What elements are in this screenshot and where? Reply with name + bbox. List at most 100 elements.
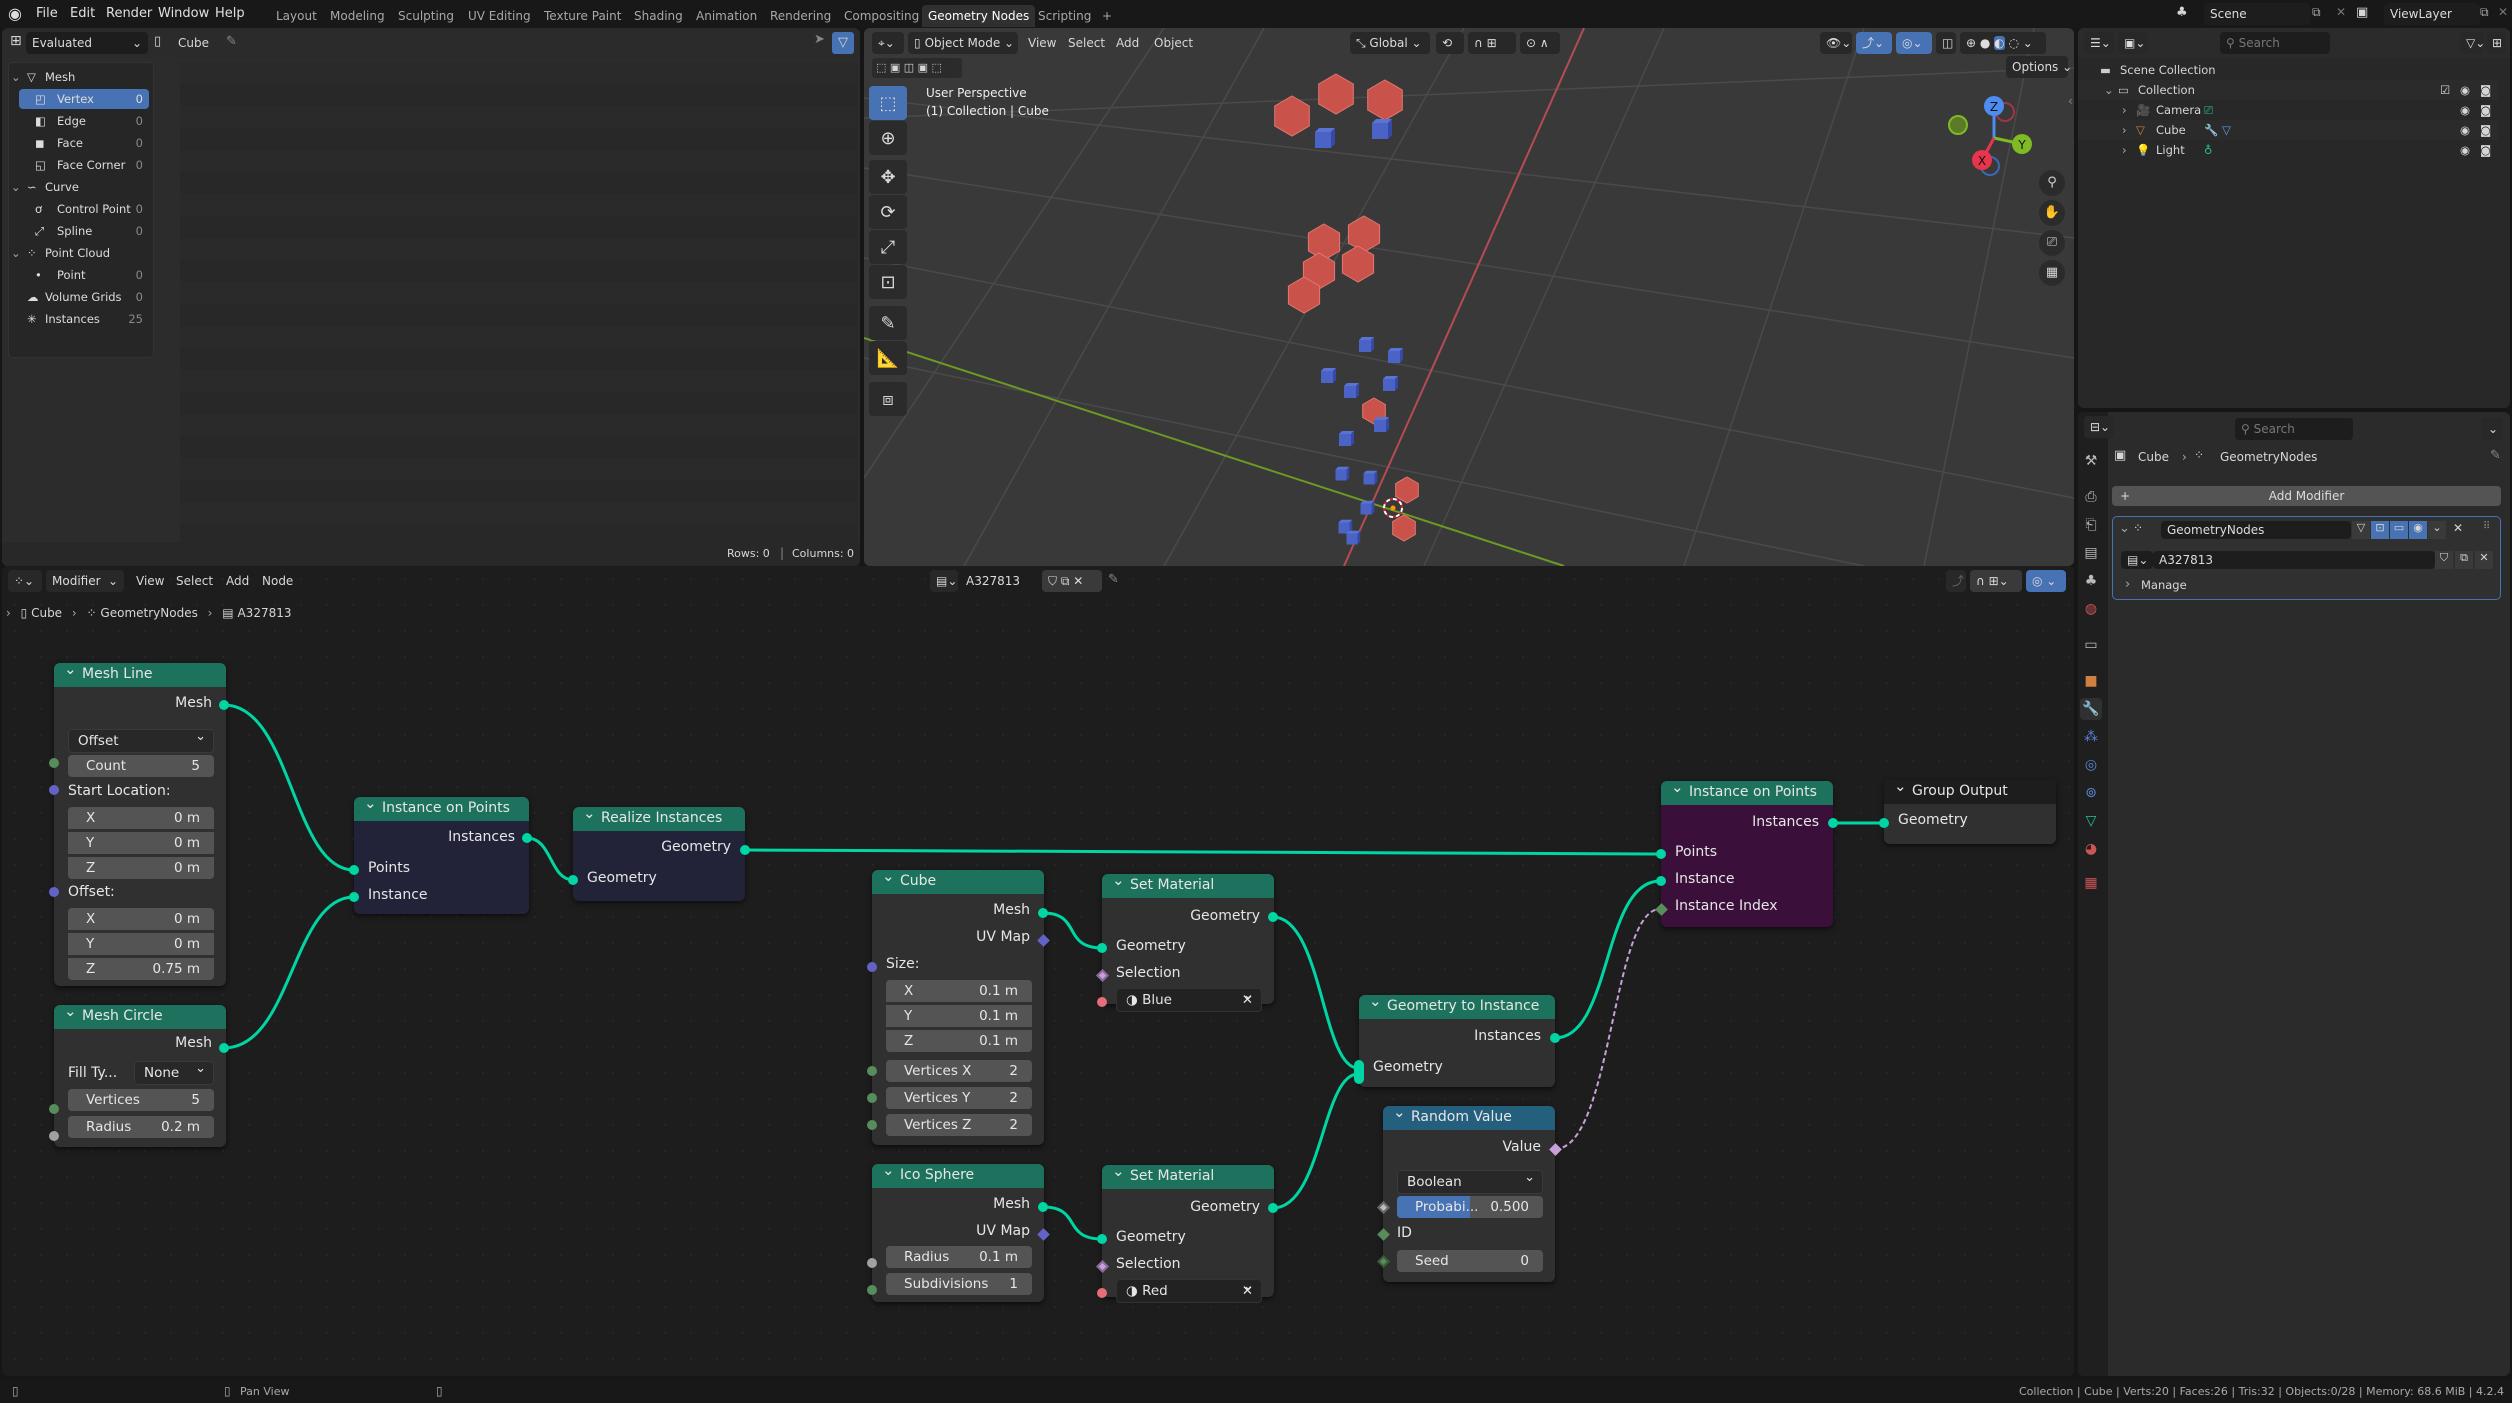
- field-x[interactable]: X 0.1 m: [886, 980, 1032, 1002]
- node-geometry-to-instance[interactable]: Geometry to Instance Instances Geometry: [1359, 990, 1555, 1087]
- pin-icon[interactable]: ✎: [226, 34, 237, 49]
- field-y[interactable]: Y 0 m: [68, 933, 214, 955]
- filter-icon[interactable]: ▽: [832, 32, 854, 54]
- menu-file[interactable]: File: [36, 4, 58, 24]
- display-mode-icon[interactable]: ▣⌄: [2118, 32, 2148, 54]
- node-realize-instances[interactable]: Realize Instances Geometry Geometry: [573, 802, 745, 901]
- socket-geo2inst-out[interactable]: [1550, 1033, 1560, 1043]
- scene-properties-icon[interactable]: ♣: [2080, 570, 2102, 592]
- data-set-curve[interactable]: ⌄ ∽ Curve: [11, 177, 149, 197]
- collection-properties-icon[interactable]: ▭: [2080, 634, 2102, 656]
- visibility-icon[interactable]: 👁⌄: [1820, 32, 1852, 54]
- field-z[interactable]: Z 0 m: [68, 857, 214, 879]
- data-set-volume-grids[interactable]: ☁ Volume Grids 0: [13, 287, 149, 307]
- tab-modeling[interactable]: Modeling: [324, 5, 391, 27]
- outliner-item-light[interactable]: › 💡 Light ♁ ◉ ◙: [2078, 140, 2498, 160]
- visibility-eye-icon[interactable]: ◉: [2460, 100, 2470, 120]
- exclude-checkbox[interactable]: ☑: [2440, 80, 2450, 100]
- socket-iop1-instances[interactable]: [522, 833, 532, 843]
- subdivisions-field[interactable]: Subdivisions 1: [886, 1273, 1032, 1295]
- data-set-face[interactable]: ◼ Face 0: [19, 133, 149, 153]
- menu-select[interactable]: Select: [1068, 36, 1105, 50]
- render-camera-icon[interactable]: ◙: [2480, 120, 2491, 140]
- camera-view-icon[interactable]: ⎚: [2039, 230, 2065, 256]
- menu-add[interactable]: Add: [1116, 36, 1139, 50]
- seed-field[interactable]: Seed 0: [1397, 1250, 1543, 1272]
- menu-window[interactable]: Window: [158, 4, 209, 24]
- editor-type-icon[interactable]: ⊞: [10, 33, 22, 49]
- new-scene-icon[interactable]: ⧉: [2312, 5, 2321, 20]
- menu-render[interactable]: Render: [106, 4, 152, 24]
- visibility-eye-icon[interactable]: ◉: [2460, 140, 2470, 160]
- socket-mesh-line-mesh[interactable]: [219, 700, 229, 710]
- tab-compositing[interactable]: Compositing: [838, 5, 925, 27]
- expand-chevron-icon[interactable]: ›: [2122, 140, 2127, 160]
- manage-subpanel[interactable]: Manage: [2141, 578, 2187, 592]
- field-vertices-y[interactable]: Vertices Y 2: [886, 1087, 1032, 1109]
- radius-field[interactable]: Radius 0.2 m: [68, 1116, 214, 1138]
- vertices-field[interactable]: Vertices 5: [68, 1089, 214, 1111]
- socket-setmat2-material[interactable]: [1097, 1288, 1107, 1298]
- node-group-output[interactable]: Group Output Geometry: [1884, 775, 2056, 844]
- node-editor[interactable]: ⁘⌄ Modifier ⌄ View Select Add Node ▤⌄ A32…: [2, 566, 2074, 1376]
- tool-annotate-icon[interactable]: ✎: [869, 306, 907, 340]
- filter-icon[interactable]: ▽⌄: [2460, 32, 2485, 54]
- outliner-search-input[interactable]: ⚲ Search: [2220, 32, 2330, 54]
- modifier-menu-icon[interactable]: ⌄: [2428, 521, 2446, 539]
- outliner-item-scene-collection[interactable]: ▬ Scene Collection: [2078, 60, 2498, 80]
- view-layer-selector[interactable]: ViewLayer: [2384, 3, 2480, 25]
- node-group-name-input[interactable]: A327813: [2153, 551, 2435, 569]
- expand-chevron-icon[interactable]: ⌄: [11, 177, 21, 197]
- data-set-edge[interactable]: ◧ Edge 0: [19, 111, 149, 131]
- outliner-item-collection[interactable]: ⌄ ▭ Collection ☑ ◉ ◙: [2078, 80, 2498, 100]
- tab-scripting[interactable]: Scripting: [1032, 5, 1097, 27]
- data-set-control-point[interactable]: ơ Control Point 0: [19, 199, 149, 219]
- scene-selector[interactable]: Scene: [2204, 3, 2310, 25]
- socket-iop1-instance[interactable]: [349, 892, 359, 902]
- node-cube[interactable]: Cube Mesh UV Map Size: X 0.1 m Y 0.1 m Z 0.1 …: [872, 865, 1044, 1145]
- data-properties-icon[interactable]: ▽: [2080, 810, 2102, 832]
- expand-chevron-icon[interactable]: ›: [2122, 120, 2127, 140]
- socket-realize-in[interactable]: [568, 875, 578, 885]
- field-x[interactable]: X 0 m: [68, 908, 214, 930]
- tab-uv-editing[interactable]: UV Editing: [462, 5, 537, 27]
- socket-setmat2-out[interactable]: [1268, 1203, 1278, 1213]
- gizmo-toggle-icon[interactable]: ⤴⌄: [1856, 32, 1892, 54]
- object-properties-icon[interactable]: ■: [2080, 670, 2102, 692]
- node-instance-on-points-2[interactable]: Instance on Points Instances Points Inst…: [1661, 776, 1833, 927]
- tab-rendering[interactable]: Rendering: [764, 5, 837, 27]
- tool-cursor-icon[interactable]: ⊕: [869, 121, 907, 155]
- socket-radius[interactable]: [49, 1131, 59, 1141]
- visibility-eye-icon[interactable]: ◉: [2460, 120, 2470, 140]
- socket-setmat1-material[interactable]: [1097, 997, 1107, 1007]
- socket-vertices-y[interactable]: [867, 1093, 877, 1103]
- socket-realize-out[interactable]: [740, 845, 750, 855]
- clear-material-icon[interactable]: ✕: [1242, 1280, 1253, 1302]
- cube-data-icon[interactable]: 🔧 ▽: [2204, 120, 2231, 140]
- mode-select[interactable]: Offset: [68, 726, 214, 753]
- transform-orientation-select[interactable]: ⤡ Global ⌄: [1350, 32, 1430, 54]
- pan-hand-icon[interactable]: ✋: [2039, 200, 2065, 226]
- render-toggle-icon[interactable]: ◉: [2409, 521, 2427, 539]
- data-set-mesh[interactable]: ⌄ ▽ Mesh: [11, 67, 149, 87]
- data-set-vertex[interactable]: ◰ Vertex 0: [19, 89, 149, 109]
- tool-add-cube-icon[interactable]: ⧈: [869, 382, 907, 416]
- remove-modifier-icon[interactable]: ✕: [2453, 521, 2463, 535]
- expand-chevron-icon[interactable]: ›: [2122, 100, 2127, 120]
- field-vertices-z[interactable]: Vertices Z 2: [886, 1114, 1032, 1136]
- light-data-icon[interactable]: ♁: [2204, 140, 2212, 160]
- overlay-toggle-icon[interactable]: ◎⌄: [1896, 32, 1932, 54]
- tab-animation[interactable]: Animation: [690, 5, 763, 27]
- navigation-gizmo[interactable]: Z Y X: [1944, 88, 2054, 198]
- data-set-point-cloud[interactable]: ⌄ ⁘ Point Cloud: [11, 243, 149, 263]
- clear-material-icon[interactable]: ✕: [1242, 989, 1253, 1011]
- tool-measure-icon[interactable]: 📐: [869, 341, 907, 375]
- socket-ico-mesh[interactable]: [1038, 1202, 1048, 1212]
- node-mesh-circle[interactable]: Mesh Circle Mesh Fill Ty... None Vertice…: [54, 1000, 226, 1147]
- material-properties-icon[interactable]: ◕: [2080, 838, 2102, 860]
- delete-view-layer-icon[interactable]: ✕: [2498, 5, 2508, 19]
- node-set-material-blue[interactable]: Set Material Geometry Geometry Selection…: [1102, 869, 1274, 1012]
- socket-setmat2-geometry[interactable]: [1097, 1234, 1107, 1244]
- fake-user-icon[interactable]: ⛉: [2435, 551, 2453, 569]
- expand-chevron-icon[interactable]: ⌄: [11, 243, 21, 263]
